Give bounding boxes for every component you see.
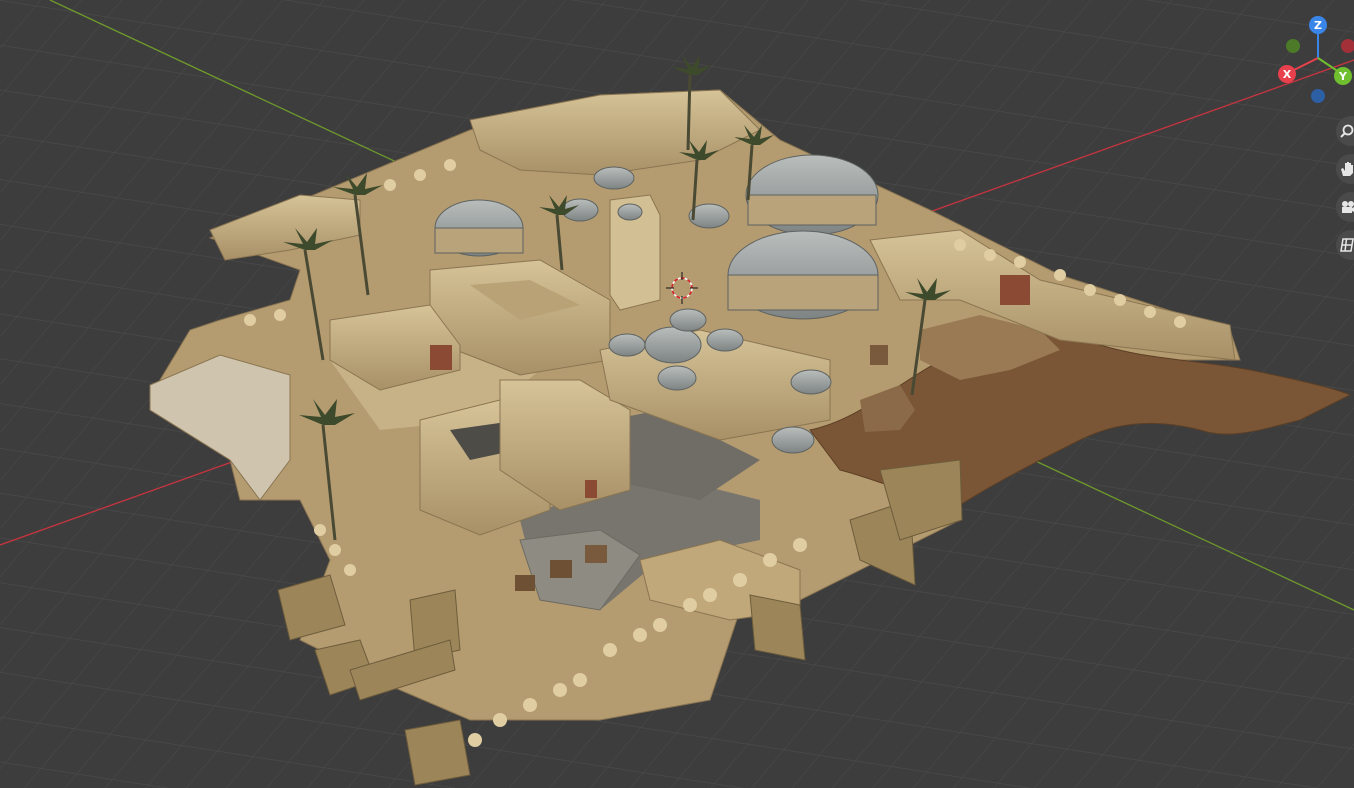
grid-ortho-icon <box>1340 238 1354 252</box>
camera-icon <box>1340 200 1354 214</box>
zoom-icon <box>1340 124 1354 138</box>
gizmo-z-label: Z <box>1314 19 1322 32</box>
gizmo-z-axis[interactable]: Z <box>1309 16 1327 34</box>
gizmo-neg-y[interactable] <box>1286 39 1300 53</box>
gizmo-y-axis[interactable]: Y <box>1334 67 1352 85</box>
gizmo-neg-z[interactable] <box>1311 89 1325 103</box>
hand-pan-icon <box>1340 161 1354 177</box>
gizmo-x-axis[interactable]: X <box>1278 65 1296 83</box>
gizmo-x-label: X <box>1283 68 1292 81</box>
3d-viewport[interactable]: Z X Y <box>0 0 1354 788</box>
gizmo-y-label: Y <box>1338 70 1348 83</box>
